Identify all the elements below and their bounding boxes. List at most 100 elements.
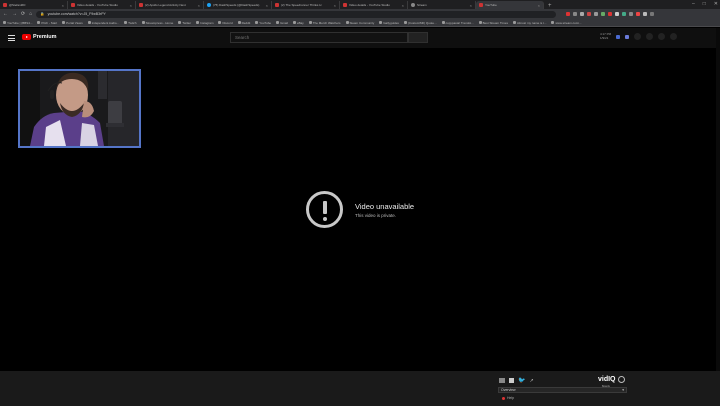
trend-icon[interactable]: ↗ [529,378,533,384]
vidiq-dropdown-value: Overview [501,388,516,392]
browser-tab[interactable]: Video details - YouTube Studio × [68,1,136,9]
close-tab-icon[interactable]: × [198,3,200,8]
help-link[interactable]: Help [502,396,514,400]
bookmark-item[interactable]: www.stream.comi... [551,21,581,25]
bookmark-item[interactable]: copypasta! Trendot... [441,21,474,25]
close-tab-icon[interactable]: × [62,3,64,8]
browser-tab[interactable]: (75) DashSpeeds (@DashSpeeds) × [204,1,272,9]
extension-icon[interactable] [573,12,578,16]
extension-icon[interactable] [587,12,592,16]
youtube-favicon-icon [343,3,347,7]
facebook-icon[interactable] [509,378,514,383]
browser-tab[interactable]: (2) The Speedrunner Thinks H × [272,1,340,9]
vidiq-settings-icon[interactable] [617,376,625,383]
forward-icon[interactable]: → [12,11,17,17]
extension-icon[interactable] [625,34,630,39]
scrollbar[interactable] [716,28,720,371]
extension-icon[interactable] [622,12,627,16]
extension-icon[interactable] [594,12,599,16]
notifications-icon[interactable] [658,33,666,40]
logo-text: Premium [33,34,57,40]
bookmark-item[interactable]: Portal Views [62,21,83,25]
browser-tab[interactable]: @StefanZiD × [0,1,68,9]
header-actions: 4:17 PM 1/9/21 [600,32,678,40]
bookmark-label: The Merch Watchers [312,20,341,25]
back-icon[interactable]: ← [3,11,8,17]
bookmark-favicon-icon [141,21,145,24]
youtube-favicon-icon [275,3,279,7]
url-bar[interactable]: 🔒 youtube.com/watch?v=J5_F9wB3rPY [36,10,557,18]
youtube-header: Premium 4:17 PM 1/9/21 [0,28,720,48]
bookmark-item[interactable]: Pitch - Start [37,21,57,25]
bookmark-item[interactable]: Instagram [196,21,213,25]
share-icons: 🐦 ↗ [499,377,534,384]
bookmark-item[interactable]: YouTube | (BBS4... [3,21,32,25]
extension-icon[interactable] [616,34,621,39]
extension-icon[interactable] [566,12,571,16]
bookmark-item[interactable]: Twitter [178,21,191,25]
minimize-icon[interactable]: – [692,1,695,7]
browser-tab[interactable]: (2) Apollo Legend Activity Next × [136,1,204,9]
close-tab-icon[interactable]: × [402,3,404,8]
bookmark-favicon-icon [512,21,516,24]
bookmark-item[interactable]: Gallyguides [379,21,399,25]
bookmark-item[interactable]: YouTube [255,21,271,25]
home-icon[interactable]: ⌂ [29,11,32,17]
hamburger-menu-icon[interactable] [8,35,15,41]
create-icon[interactable] [634,33,642,40]
bookmark-favicon-icon [87,21,91,24]
browser-tab-title: Video details - YouTube Studio [349,3,390,7]
bookmark-label: Best Stream Times [482,20,508,25]
search-input[interactable] [235,35,403,40]
close-window-icon[interactable]: ✕ [714,1,718,7]
youtube-favicon-icon [71,3,75,7]
bookmark-label: Instagram [200,20,214,25]
bookmark-item[interactable]: independent Audio... [87,21,119,25]
bookmark-item[interactable]: (Custom/MIl) Quote... [403,21,437,25]
twitter-icon[interactable]: 🐦 [518,377,525,384]
extension-icon[interactable] [580,12,585,16]
bookmark-item[interactable]: Steam Community [345,21,374,25]
youtube-logo[interactable]: Premium [22,34,57,40]
vidiq-logo[interactable]: vidIQ Boards [598,376,625,388]
bookmark-item[interactable]: eBay [292,21,304,25]
reload-icon[interactable]: ⟳ [21,11,25,17]
close-tab-icon[interactable]: × [266,3,268,8]
bookmark-label: YouTube [259,20,272,25]
maximize-icon[interactable]: □ [703,1,706,7]
bookmark-item[interactable]: The Merch Watchers [308,20,341,25]
grid-icon[interactable] [499,378,505,383]
close-tab-icon[interactable]: × [334,3,336,8]
youtube-favicon-icon [139,3,143,7]
bookmark-item[interactable]: Gmail [276,21,288,25]
extension-icon[interactable] [636,12,641,16]
error-title: Video unavailable [355,201,415,211]
bookmark-item[interactable]: Streampress - Home [141,21,173,25]
bookmark-label: www.stream.comi... [555,20,582,25]
close-tab-icon[interactable]: × [538,3,540,8]
bookmark-item[interactable]: Reddit [237,21,250,25]
bookmark-item[interactable]: Twitch [124,21,137,25]
bookmark-item[interactable]: Best Stream Times [478,20,508,25]
bookmark-favicon-icon [403,21,407,24]
avatar[interactable] [670,33,678,40]
browser-tab[interactable]: YouTube × [476,1,544,9]
close-tab-icon[interactable]: × [470,3,472,8]
bookmark-favicon-icon [551,21,555,24]
extension-icon[interactable] [608,12,613,16]
bookmark-item[interactable]: Almost my name is t... [512,21,546,25]
bookmarks-bar: YouTube | (BBS4... Pitch - Start Portal Vi… [0,19,720,27]
browser-tab[interactable]: Video details - YouTube Studio × [340,1,408,9]
vidiq-dropdown[interactable]: Overview ▾ [498,387,627,393]
bookmark-item[interactable]: Discord [218,21,233,25]
extension-icon[interactable] [615,12,620,16]
apps-icon[interactable] [646,33,654,40]
extension-icon[interactable] [643,12,648,16]
extension-icon[interactable] [601,12,606,16]
search-box[interactable] [230,32,408,43]
search-button[interactable] [408,32,428,43]
close-tab-icon[interactable]: × [130,3,132,8]
extension-icon[interactable] [629,12,634,16]
extension-icon[interactable] [650,12,655,16]
browser-tab[interactable]: Stream × [408,1,476,9]
